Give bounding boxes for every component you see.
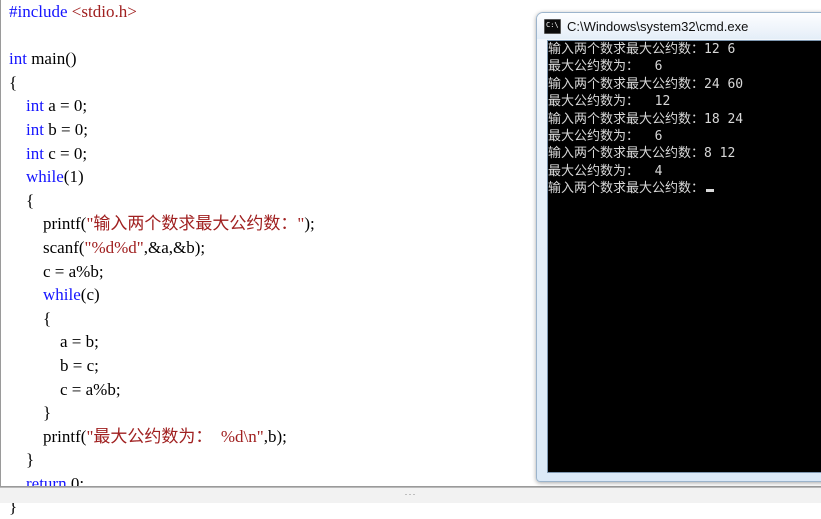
- code-token-kw: while: [43, 285, 81, 305]
- code-token-plain: b = 0;: [43, 119, 89, 139]
- resize-grip-icon[interactable]: ···: [405, 490, 417, 499]
- code-token-plain: }: [9, 403, 52, 423]
- console-output-line: 最大公约数为： 6: [548, 128, 663, 144]
- code-token-plain: {: [9, 190, 35, 210]
- code-token-str: "最大公约数为： %d\n": [86, 426, 264, 446]
- code-token-plain: }: [9, 450, 35, 470]
- code-token-plain: a = 0;: [43, 96, 88, 116]
- code-token-str: "输入两个数求最大公约数：": [86, 214, 305, 234]
- code-token-plain: b = c;: [9, 355, 99, 375]
- cmd-console-window[interactable]: C:\Windows\system32\cmd.exe 输入两个数求最大公约数：…: [536, 12, 821, 482]
- code-line: }: [9, 401, 315, 425]
- code-line: {: [9, 71, 315, 95]
- code-token-plain: (1): [63, 167, 84, 187]
- code-line: printf("最大公约数为： %d\n",b);: [9, 425, 315, 449]
- code-line: while(1): [9, 165, 315, 189]
- console-output-line: 输入两个数求最大公约数：8 12: [548, 146, 736, 162]
- code-line: #include <stdio.h>: [9, 0, 315, 24]
- console-prompt-line: 输入两个数求最大公约数：: [548, 180, 743, 197]
- code-line: while(c): [9, 283, 315, 307]
- code-line: int c = 0;: [9, 142, 315, 166]
- code-token-kw: int: [26, 96, 44, 116]
- console-output-line: 输入两个数求最大公约数：12 6: [548, 42, 736, 57]
- console-text-buffer: 输入两个数求最大公约数：12 6 最大公约数为： 6 输入两个数求最大公约数：24 …: [548, 41, 743, 198]
- console-output-area[interactable]: 输入两个数求最大公约数：12 6 最大公约数为： 6 输入两个数求最大公约数：24 …: [547, 40, 821, 473]
- code-token-kw: int: [26, 119, 44, 139]
- code-line: scanf("%d%d",&a,&b);: [9, 236, 315, 260]
- code-line: int b = 0;: [9, 118, 315, 142]
- code-token-plain: ,b);: [263, 426, 287, 446]
- code-line: {: [9, 307, 315, 331]
- code-token-plain: printf(: [9, 214, 87, 234]
- console-output-line: 输入两个数求最大公约数：18 24: [548, 111, 744, 127]
- code-token-plain: {: [9, 308, 52, 328]
- code-token-kw: int: [9, 49, 27, 69]
- code-token-plain: c = a%b;: [9, 261, 104, 281]
- code-token-pp: #include: [9, 2, 72, 21]
- console-prompt-text: 输入两个数求最大公约数：: [548, 181, 705, 197]
- code-line: c = a%b;: [9, 378, 315, 402]
- code-line: a = b;: [9, 330, 315, 354]
- console-title-text: C:\Windows\system32\cmd.exe: [567, 18, 749, 34]
- code-token-plain: a = b;: [9, 332, 99, 352]
- code-token-plain: printf(: [9, 426, 87, 446]
- code-line: {: [9, 189, 315, 213]
- code-token-plain: main(): [26, 49, 77, 69]
- console-output-line: 最大公约数为： 6: [548, 59, 663, 75]
- code-token-plain: c = 0;: [43, 143, 88, 163]
- code-line: }: [9, 448, 315, 472]
- code-token-kw: int: [26, 143, 44, 163]
- console-title-bar[interactable]: C:\Windows\system32\cmd.exe: [537, 13, 821, 39]
- code-token-inc: <stdio.h>: [71, 2, 137, 21]
- code-token-plain: scanf(: [9, 237, 85, 257]
- code-token-str: "%d%d": [84, 237, 144, 257]
- console-output-line: 输入两个数求最大公约数：24 60: [548, 76, 744, 92]
- code-line: b = c;: [9, 354, 315, 378]
- code-token-plain: {: [9, 72, 18, 92]
- code-line: printf("输入两个数求最大公约数：");: [9, 212, 315, 236]
- cmd-console-icon: [544, 18, 561, 34]
- code-token-plain: (c): [80, 285, 100, 305]
- code-token-plain: );: [304, 214, 315, 234]
- code-line: c = a%b;: [9, 260, 315, 284]
- console-cursor-icon: [706, 189, 715, 193]
- code-token-kw: while: [26, 167, 64, 187]
- code-line: int main(): [9, 47, 315, 71]
- code-token-plain: ,&a,&b);: [143, 237, 206, 257]
- console-output-line: 最大公约数为： 12: [548, 94, 671, 110]
- code-token-plain: c = a%b;: [9, 379, 121, 399]
- console-output-line: 最大公约数为： 4: [548, 163, 663, 179]
- code-line: int a = 0;: [9, 94, 315, 118]
- source-code-listing[interactable]: #include <stdio.h> int main(){ int a = 0…: [9, 0, 315, 519]
